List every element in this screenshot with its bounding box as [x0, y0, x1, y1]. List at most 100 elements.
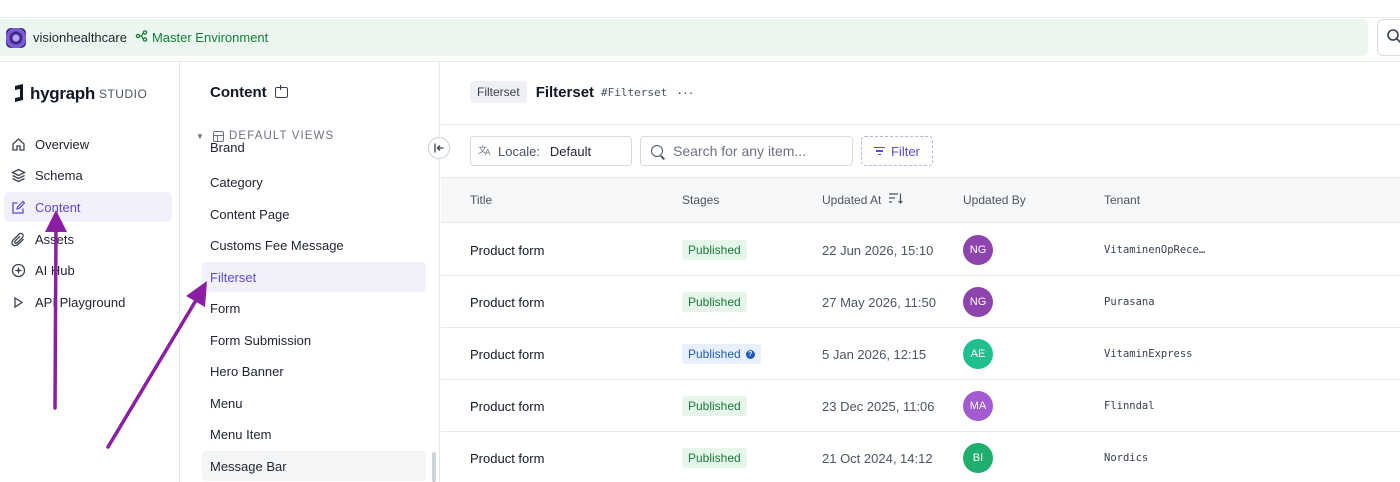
avatar: BI: [963, 443, 993, 473]
row-tenant: Nordics: [1104, 452, 1149, 464]
row-stage: Published: [682, 432, 747, 482]
nav-item-assets[interactable]: Assets: [4, 224, 172, 254]
info-icon[interactable]: ?: [745, 349, 755, 359]
header-divider: [441, 124, 1400, 125]
nav-item-schema[interactable]: Schema: [4, 160, 172, 190]
global-search-button[interactable]: [1377, 19, 1400, 56]
row-updated-at: 5 Jan 2026, 12:15: [822, 346, 927, 362]
collapse-left-icon: [434, 143, 444, 153]
model-item-category[interactable]: Category: [202, 167, 426, 197]
model-item-message-bar[interactable]: Message Bar: [202, 451, 426, 481]
paperclip-icon: [10, 231, 26, 247]
model-item-content-page[interactable]: Content Page: [202, 199, 426, 229]
row-tenant: Purasana: [1104, 296, 1155, 308]
nav-item-label: AI Hub: [35, 262, 75, 278]
status-badge: Published ?: [682, 344, 761, 364]
project-name[interactable]: visionhealthcare: [33, 30, 127, 45]
avatar: MA: [963, 391, 993, 421]
translate-icon: 文A: [478, 144, 492, 159]
locale-value: Default: [549, 143, 592, 159]
row-stage: Published ?: [682, 328, 761, 380]
status-badge: Published: [682, 240, 747, 260]
row-title: Product form: [470, 346, 545, 362]
row-updated-at: 27 May 2026, 11:50: [822, 294, 936, 310]
column-header-stages[interactable]: Stages: [682, 193, 719, 207]
row-updated-at: 23 Dec 2025, 11:06: [822, 398, 935, 414]
search-icon: [1386, 28, 1400, 47]
model-item-menu[interactable]: Menu: [202, 388, 426, 418]
row-title: Product form: [470, 242, 545, 258]
row-stage: Published: [682, 380, 747, 432]
caret-down-icon: ▼: [196, 131, 206, 141]
brand-name: hygraph: [30, 84, 95, 103]
column-header-label: Updated At: [822, 193, 882, 207]
nav-item-label: Schema: [35, 167, 83, 183]
sparkle-icon: [10, 262, 26, 278]
table-row[interactable]: Product form Published ? 5 Jan 2026, 12:…: [441, 328, 1400, 380]
add-folder-icon[interactable]: [274, 83, 288, 98]
model-item-brand[interactable]: Brand: [202, 142, 426, 162]
row-updated-at: 21 Oct 2024, 14:12: [822, 450, 933, 466]
model-header: Filterset Filterset #Filterset ···: [470, 81, 694, 103]
locale-label: Locale:: [498, 143, 540, 159]
model-item-form[interactable]: Form: [202, 293, 426, 323]
environment-name[interactable]: Master Environment: [152, 30, 268, 45]
model-item-hero-banner[interactable]: Hero Banner: [202, 356, 426, 386]
model-api-id: #Filterset: [601, 85, 668, 99]
column-header-tenant[interactable]: Tenant: [1104, 193, 1140, 207]
row-title: Product form: [470, 398, 545, 414]
table-row[interactable]: Product form Published 21 Oct 2024, 14:1…: [441, 432, 1400, 482]
search-icon: [651, 145, 663, 157]
model-item-menu-item[interactable]: Menu Item: [202, 419, 426, 449]
column-header-updated-by[interactable]: Updated By: [963, 193, 1026, 207]
nav-item-api-playground[interactable]: API Playground: [4, 287, 172, 317]
model-list-scrollbar[interactable]: [432, 452, 436, 482]
play-icon: [10, 294, 26, 310]
search-field[interactable]: [640, 136, 853, 166]
layers-icon: [10, 167, 26, 183]
hygraph-logo-icon: [15, 84, 23, 102]
model-title: Filterset: [535, 83, 595, 101]
hygraph-logo[interactable]: hygraph STUDIO: [12, 84, 147, 104]
model-item-customs-fee-message[interactable]: Customs Fee Message: [202, 230, 426, 260]
search-input[interactable]: [673, 143, 843, 159]
table-row[interactable]: Product form Published 22 Jun 2026, 15:1…: [441, 224, 1400, 276]
table-row[interactable]: Product form Published 23 Dec 2025, 11:0…: [441, 380, 1400, 432]
row-stage: Published: [682, 276, 747, 328]
nav-item-content[interactable]: Content: [4, 192, 172, 222]
filter-label: Filter: [891, 143, 920, 159]
default-views-heading[interactable]: ▼ DEFAULT VIEWS: [196, 130, 334, 142]
table-header: Title Stages Updated At Updated By Tenan…: [441, 177, 1400, 223]
collapse-sidebar-button[interactable]: [428, 137, 450, 159]
row-updated-at: 22 Jun 2026, 15:10: [822, 242, 934, 258]
avatar: NG: [963, 287, 993, 317]
locale-select[interactable]: 文A Locale: Default: [470, 136, 632, 166]
nav-item-label: Overview: [35, 136, 90, 152]
model-list: Brand Category Content Page Customs Fee …: [202, 142, 426, 482]
nav-item-overview[interactable]: Overview: [4, 129, 172, 159]
filter-icon: [874, 146, 885, 156]
svg-text:A: A: [485, 148, 491, 156]
table-row[interactable]: Product form Published 27 May 2026, 11:5…: [441, 276, 1400, 328]
sort-descending-icon[interactable]: [889, 193, 904, 207]
branch-icon: [135, 30, 148, 45]
nav-item-label: Content: [35, 199, 81, 215]
avatar: NG: [963, 235, 993, 265]
project-avatar[interactable]: [6, 27, 26, 48]
more-options-button[interactable]: ···: [677, 84, 694, 100]
home-icon: [10, 136, 26, 152]
content-panel-header: Content: [210, 83, 288, 101]
nav-item-ai-hub[interactable]: AI Hub: [4, 255, 172, 285]
row-tenant: VitaminenOpRece…: [1104, 244, 1206, 256]
status-badge: Published: [682, 448, 747, 468]
filter-button[interactable]: Filter: [861, 136, 933, 166]
avatar: AE: [963, 339, 993, 369]
column-header-title[interactable]: Title: [470, 193, 492, 207]
brand-suffix: STUDIO: [98, 87, 148, 101]
model-item-form-submission[interactable]: Form Submission: [202, 325, 426, 355]
content-table-view: Filterset Filterset #Filterset ··· 文A Lo…: [441, 62, 1400, 482]
row-tenant: VitaminExpress: [1104, 348, 1193, 360]
row-updated-by: NG: [963, 224, 993, 276]
model-item-filterset[interactable]: Filterset: [202, 262, 426, 292]
column-header-updated-at[interactable]: Updated At: [822, 193, 904, 207]
